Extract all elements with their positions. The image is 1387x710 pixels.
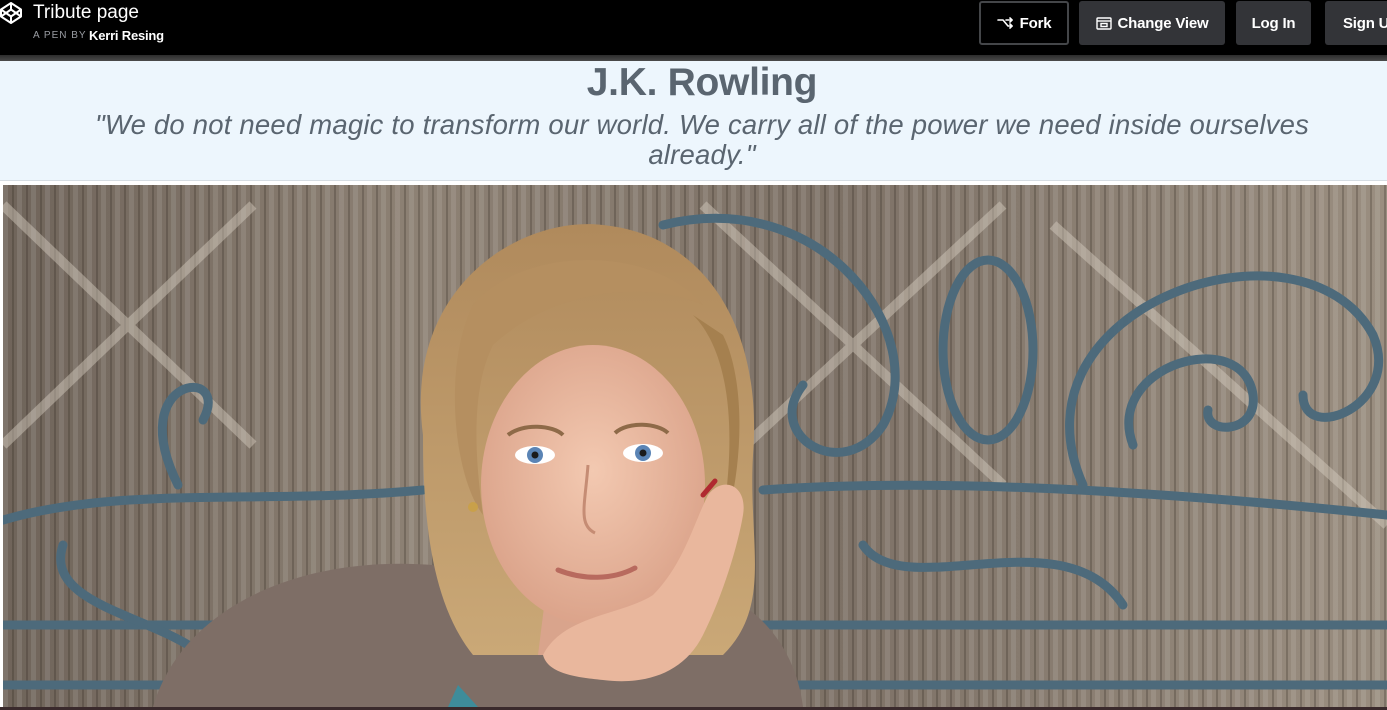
portrait-illustration — [3, 185, 1387, 707]
change-view-button-label: Change View — [1117, 14, 1209, 32]
tribute-quote: "We do not need magic to transform our w… — [94, 109, 1310, 170]
pen-by-label: A PEN BY — [33, 30, 87, 41]
change-view-button[interactable]: Change View — [1079, 1, 1225, 45]
sign-up-button-label: Sign Up — [1343, 14, 1387, 32]
log-in-button[interactable]: Log In — [1236, 1, 1311, 45]
portrait-image — [3, 185, 1387, 707]
change-view-icon — [1095, 16, 1112, 30]
sign-up-button[interactable]: Sign Up — [1325, 1, 1387, 45]
log-in-button-label: Log In — [1251, 14, 1296, 32]
fork-icon — [996, 17, 1013, 29]
pen-title[interactable]: Tribute page — [33, 2, 139, 24]
fork-button-label: Fork — [1019, 14, 1052, 32]
codepen-topbar: Tribute page A PEN BY Kerri Resing Fork … — [0, 0, 1387, 55]
codepen-logo-icon[interactable] — [0, 1, 23, 25]
tribute-header: J.K. Rowling "We do not need magic to tr… — [0, 61, 1387, 181]
fork-button[interactable]: Fork — [979, 1, 1069, 45]
pen-author-link[interactable]: Kerri Resing — [89, 27, 164, 44]
page-title: J.K. Rowling — [586, 61, 818, 104]
